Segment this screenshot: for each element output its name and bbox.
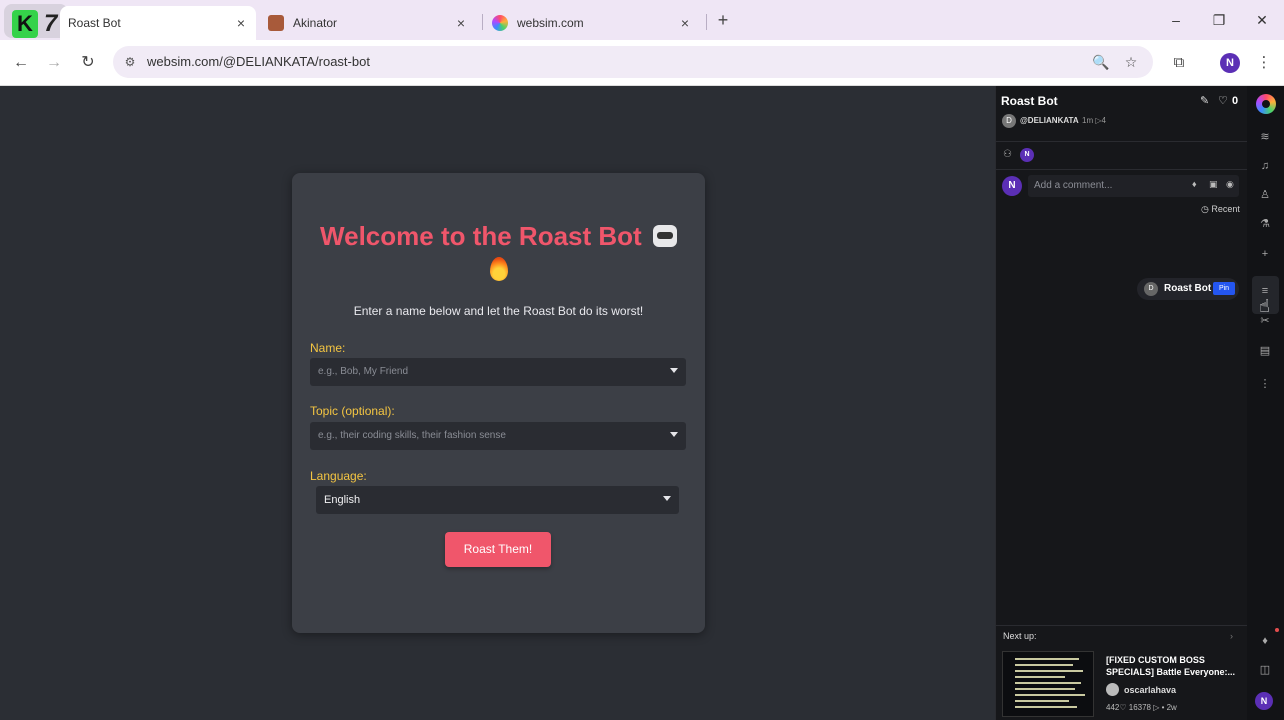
divider (996, 141, 1248, 142)
more-options-icon[interactable]: ⋮ (1256, 375, 1274, 393)
panel-title: Roast Bot (1001, 94, 1058, 108)
next-stats: 442♡ 16378 ▷ • 2w (1106, 703, 1177, 712)
site-info-icon[interactable]: ⚙ (121, 53, 139, 71)
extensions-icon[interactable]: ⧉ (1168, 52, 1190, 74)
dropdown-caret-icon[interactable] (670, 368, 678, 373)
browser-toolbar: ← → ↻ ⚙ websim.com/@DELIANKATA/roast-bot… (0, 40, 1284, 86)
comment-input[interactable]: Add a comment... ♦ ▣ ◉ (1028, 175, 1239, 197)
pin-icon[interactable]: ✎ (1200, 94, 1209, 107)
topic-label: Topic (optional): (310, 404, 395, 418)
tab-roast-bot[interactable]: Roast Bot × (60, 6, 256, 40)
pin-button[interactable]: Pin (1213, 282, 1235, 295)
mouse-cursor-icon: ☝ (1259, 296, 1270, 316)
viewer-avatar[interactable]: N (1020, 148, 1034, 162)
tab-title: Roast Bot (68, 16, 121, 30)
dropdown-caret-icon[interactable] (670, 432, 678, 437)
panel-toggle-icon[interactable]: ◫ (1256, 661, 1274, 679)
flask-icon[interactable]: ⚗ (1256, 215, 1274, 233)
comment-placeholder: Add a comment... (1034, 180, 1113, 191)
feed-icon[interactable]: ≋ (1256, 128, 1274, 146)
profile-avatar[interactable]: N (1220, 53, 1240, 73)
author-avatar[interactable]: D (1002, 114, 1016, 128)
settings-icon[interactable]: ◉ (1226, 179, 1234, 190)
comments-icon[interactable]: ▤ (1256, 342, 1274, 360)
image-icon[interactable]: ▣ (1209, 179, 1218, 190)
back-icon[interactable]: ← (10, 52, 32, 74)
notification-dot-icon (1275, 628, 1279, 632)
pinned-project-chip[interactable]: D Roast Bot Pin (1137, 278, 1239, 300)
next-author-avatar (1106, 683, 1119, 696)
tab-separator (706, 14, 707, 30)
language-value: English (324, 494, 361, 506)
viewers-icon: ⚇ (1003, 149, 1012, 160)
sparkle-icon[interactable]: ♦ (1192, 179, 1197, 189)
roast-form-card: Welcome to the Roast Bot Enter a name be… (292, 173, 705, 633)
next-up-title[interactable]: [FIXED CUSTOM BOSS SPECIALS] Battle Ever… (1106, 654, 1242, 678)
browser-menu-icon[interactable]: ⋮ (1253, 52, 1275, 74)
fire-emoji-icon (489, 257, 508, 281)
divider (996, 625, 1248, 626)
window-close-icon[interactable]: ✕ (1252, 10, 1272, 30)
close-tab-icon[interactable]: × (232, 15, 250, 31)
close-tab-icon[interactable]: × (676, 15, 694, 31)
chip-avatar: D (1144, 282, 1158, 296)
like-count: 0 (1232, 95, 1239, 107)
akinator-favicon-icon (268, 15, 284, 31)
tab-title: Akinator (293, 16, 338, 30)
language-select[interactable]: English (316, 486, 679, 514)
next-up-thumbnail[interactable] (1002, 651, 1094, 717)
address-bar[interactable]: ⚙ websim.com/@DELIANKATA/roast-bot 🔍 ☆ (113, 46, 1153, 78)
new-tab-icon[interactable]: + (713, 10, 733, 30)
diamond-icon[interactable]: ♦ (1256, 632, 1274, 650)
forward-icon[interactable]: → (43, 52, 65, 74)
user-icon[interactable]: ♙ (1256, 186, 1274, 204)
pinned-extension-group[interactable]: K 7 (4, 4, 68, 38)
minimize-icon[interactable]: – (1166, 10, 1186, 30)
heart-icon[interactable]: ♡ (1218, 94, 1228, 107)
url-text[interactable]: websim.com/@DELIANKATA/roast-bot (147, 54, 370, 69)
next-up-label: Next up: (1003, 631, 1037, 641)
roast-them-button[interactable]: Roast Them! (445, 532, 551, 567)
next-author[interactable]: oscarlahava (1124, 685, 1176, 695)
name-placeholder: e.g., Bob, My Friend (318, 366, 409, 377)
page-title: Welcome to the Roast Bot (292, 217, 705, 281)
tab-title: websim.com (517, 16, 584, 30)
zoom-icon[interactable]: 🔍 (1091, 52, 1111, 72)
tab-websim[interactable]: websim.com × (492, 6, 698, 40)
websim-logo-icon[interactable] (1256, 94, 1276, 114)
tab-strip: K 7 Roast Bot × Akinator × websim.com × … (0, 0, 1284, 40)
divider (996, 169, 1248, 170)
topic-placeholder: e.g., their coding skills, their fashion… (318, 430, 506, 441)
bell-icon[interactable]: ♫ (1256, 157, 1274, 175)
k-logo-icon: K (12, 10, 38, 38)
close-tab-icon[interactable]: × (452, 15, 470, 31)
rail-profile-avatar[interactable]: N (1255, 692, 1273, 710)
tab-separator (482, 14, 483, 30)
plus-icon[interactable]: + (1256, 245, 1274, 263)
bookmark-star-icon[interactable]: ☆ (1121, 52, 1141, 72)
chip-name: Roast Bot (1164, 283, 1212, 294)
dropdown-caret-icon[interactable] (663, 496, 671, 501)
commenter-avatar: N (1002, 176, 1022, 196)
robot-emoji-icon (652, 225, 677, 247)
language-label: Language: (310, 469, 367, 483)
page-content: Welcome to the Roast Bot Enter a name be… (0, 86, 995, 720)
sort-recent[interactable]: ◷ Recent (1201, 204, 1240, 215)
sort-label: Recent (1211, 204, 1240, 214)
author-handle[interactable]: @DELIANKATA (1020, 116, 1079, 125)
clock-icon: ◷ (1201, 204, 1212, 214)
websim-favicon-icon (492, 15, 508, 31)
side-icon-rail: ≋ ♫ ♙ ⚗ + ≡ ✂ ▤ ⋮ ♦ ◫ N (1247, 86, 1284, 720)
name-label: Name: (310, 341, 346, 355)
tab-akinator[interactable]: Akinator × (268, 6, 474, 40)
topic-input[interactable]: e.g., their coding skills, their fashion… (310, 422, 686, 450)
restore-icon[interactable]: ❐ (1209, 10, 1229, 30)
reload-icon[interactable]: ↻ (77, 52, 99, 74)
page-subtitle: Enter a name below and let the Roast Bot… (353, 304, 644, 318)
websim-side-panel: Roast Bot ✎ ♡ 0 D @DELIANKATA 1m ▷4 ⚇ N … (995, 86, 1248, 720)
post-meta: 1m ▷4 (1082, 116, 1106, 125)
page-title-text: Welcome to the Roast Bot (320, 221, 642, 251)
name-input[interactable]: e.g., Bob, My Friend (310, 358, 686, 386)
chevron-right-icon[interactable]: › (1230, 631, 1233, 641)
